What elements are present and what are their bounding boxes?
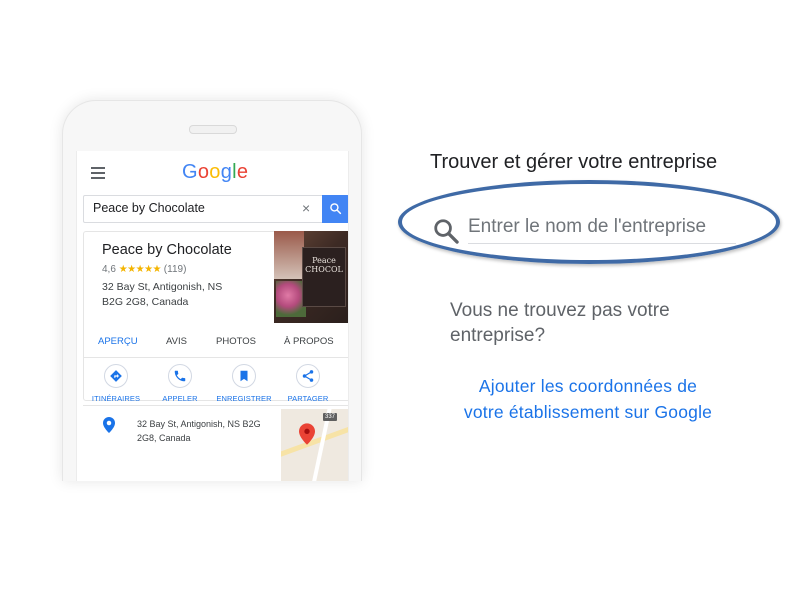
- tab-photos[interactable]: PHOTOS: [216, 336, 256, 347]
- share-icon: [302, 370, 314, 382]
- phone-speaker: [189, 125, 237, 134]
- address-line: B2G 2G8, Canada: [102, 296, 189, 308]
- business-rating: 4,6 ★★★★★ (119): [102, 264, 186, 275]
- not-found-line: Vous ne trouvez pas votre: [450, 300, 670, 321]
- tab-avis[interactable]: AVIS: [166, 336, 187, 347]
- address-line: 32 Bay St, Antigonish, NS: [102, 281, 223, 293]
- call-button[interactable]: APPELER: [148, 364, 212, 403]
- maps-search-bar[interactable]: Peace by Chocolate ×: [83, 195, 348, 223]
- location-pin-icon: [103, 417, 115, 433]
- address-line: 2G8, Canada: [137, 433, 191, 443]
- place-tabs: APERÇU AVIS PHOTOS À PROPOS: [84, 332, 348, 354]
- phone-screen: Google Peace by Chocolate × Peace by Cho…: [76, 151, 349, 481]
- logo-letter: g: [220, 161, 233, 183]
- tab-a-propos[interactable]: À PROPOS: [284, 336, 334, 347]
- business-name-input[interactable]: [468, 211, 736, 244]
- directions-button[interactable]: ITINÉRAIRES: [84, 364, 148, 403]
- review-count[interactable]: (119): [164, 264, 187, 275]
- search-icon: [434, 219, 459, 244]
- share-label: PARTAGER: [287, 394, 329, 403]
- logo-letter: o: [209, 161, 221, 183]
- tab-apercu[interactable]: APERÇU: [98, 336, 138, 347]
- search-button[interactable]: [322, 195, 348, 223]
- add-business-line[interactable]: votre établissement sur Google: [448, 399, 728, 425]
- phone-icon: [174, 370, 186, 382]
- star-rating-icon: ★★★★★: [118, 264, 162, 275]
- clear-icon[interactable]: ×: [302, 200, 310, 216]
- divider: [83, 405, 348, 406]
- address-row[interactable]: 32 Bay St, Antigonish, NS B2G 2G8, Canad…: [77, 409, 348, 481]
- not-found-text: Vous ne trouvez pas votre entreprise?: [450, 298, 670, 348]
- add-business-link[interactable]: Ajouter les coordonnées de votre établis…: [448, 373, 728, 425]
- save-button[interactable]: ENREGISTRER: [212, 364, 276, 403]
- top-bar: Google: [77, 151, 348, 195]
- business-name[interactable]: Peace by Chocolate: [102, 242, 232, 258]
- not-found-line: entreprise?: [450, 325, 546, 346]
- route-shield: 337: [323, 413, 338, 421]
- business-card: Peace by Chocolate 4,6 ★★★★★ (119) 32 Ba…: [83, 231, 348, 404]
- divider: [84, 357, 348, 358]
- logo-letter: o: [197, 161, 210, 183]
- photo-building-trim: [274, 231, 304, 279]
- photo-storefront-sign: Peace CHOCOL: [302, 247, 346, 307]
- business-address: 32 Bay St, Antigonish, NS B2G 2G8, Canad…: [102, 280, 262, 310]
- rating-value: 4,6: [102, 264, 116, 275]
- save-label: ENREGISTRER: [216, 394, 272, 403]
- share-button[interactable]: PARTAGER: [276, 364, 340, 403]
- action-buttons: ITINÉRAIRES APPELER ENREGISTRER PARTAGER: [84, 364, 348, 404]
- directions-icon: [110, 370, 122, 382]
- business-photo[interactable]: Peace CHOCOL: [274, 231, 348, 323]
- call-label: APPELER: [162, 394, 198, 403]
- map-marker-icon: [299, 423, 315, 445]
- page-title: Trouver et gérer votre entreprise: [430, 151, 718, 173]
- google-logo: Google: [182, 161, 248, 184]
- menu-icon[interactable]: [91, 167, 105, 182]
- address-line: 32 Bay St, Antigonish, NS B2G: [137, 419, 261, 429]
- logo-letter: e: [236, 161, 249, 183]
- search-icon: [330, 203, 342, 215]
- search-query[interactable]: Peace by Chocolate: [93, 201, 205, 215]
- map-address: 32 Bay St, Antigonish, NS B2G 2G8, Canad…: [137, 417, 287, 445]
- bookmark-icon: [240, 370, 248, 382]
- directions-label: ITINÉRAIRES: [91, 394, 141, 403]
- map-thumbnail[interactable]: 337: [281, 409, 348, 481]
- add-business-line[interactable]: Ajouter les coordonnées de: [448, 373, 728, 399]
- phone-mockup: Google Peace by Chocolate × Peace by Cho…: [62, 100, 362, 481]
- logo-letter: G: [182, 161, 198, 183]
